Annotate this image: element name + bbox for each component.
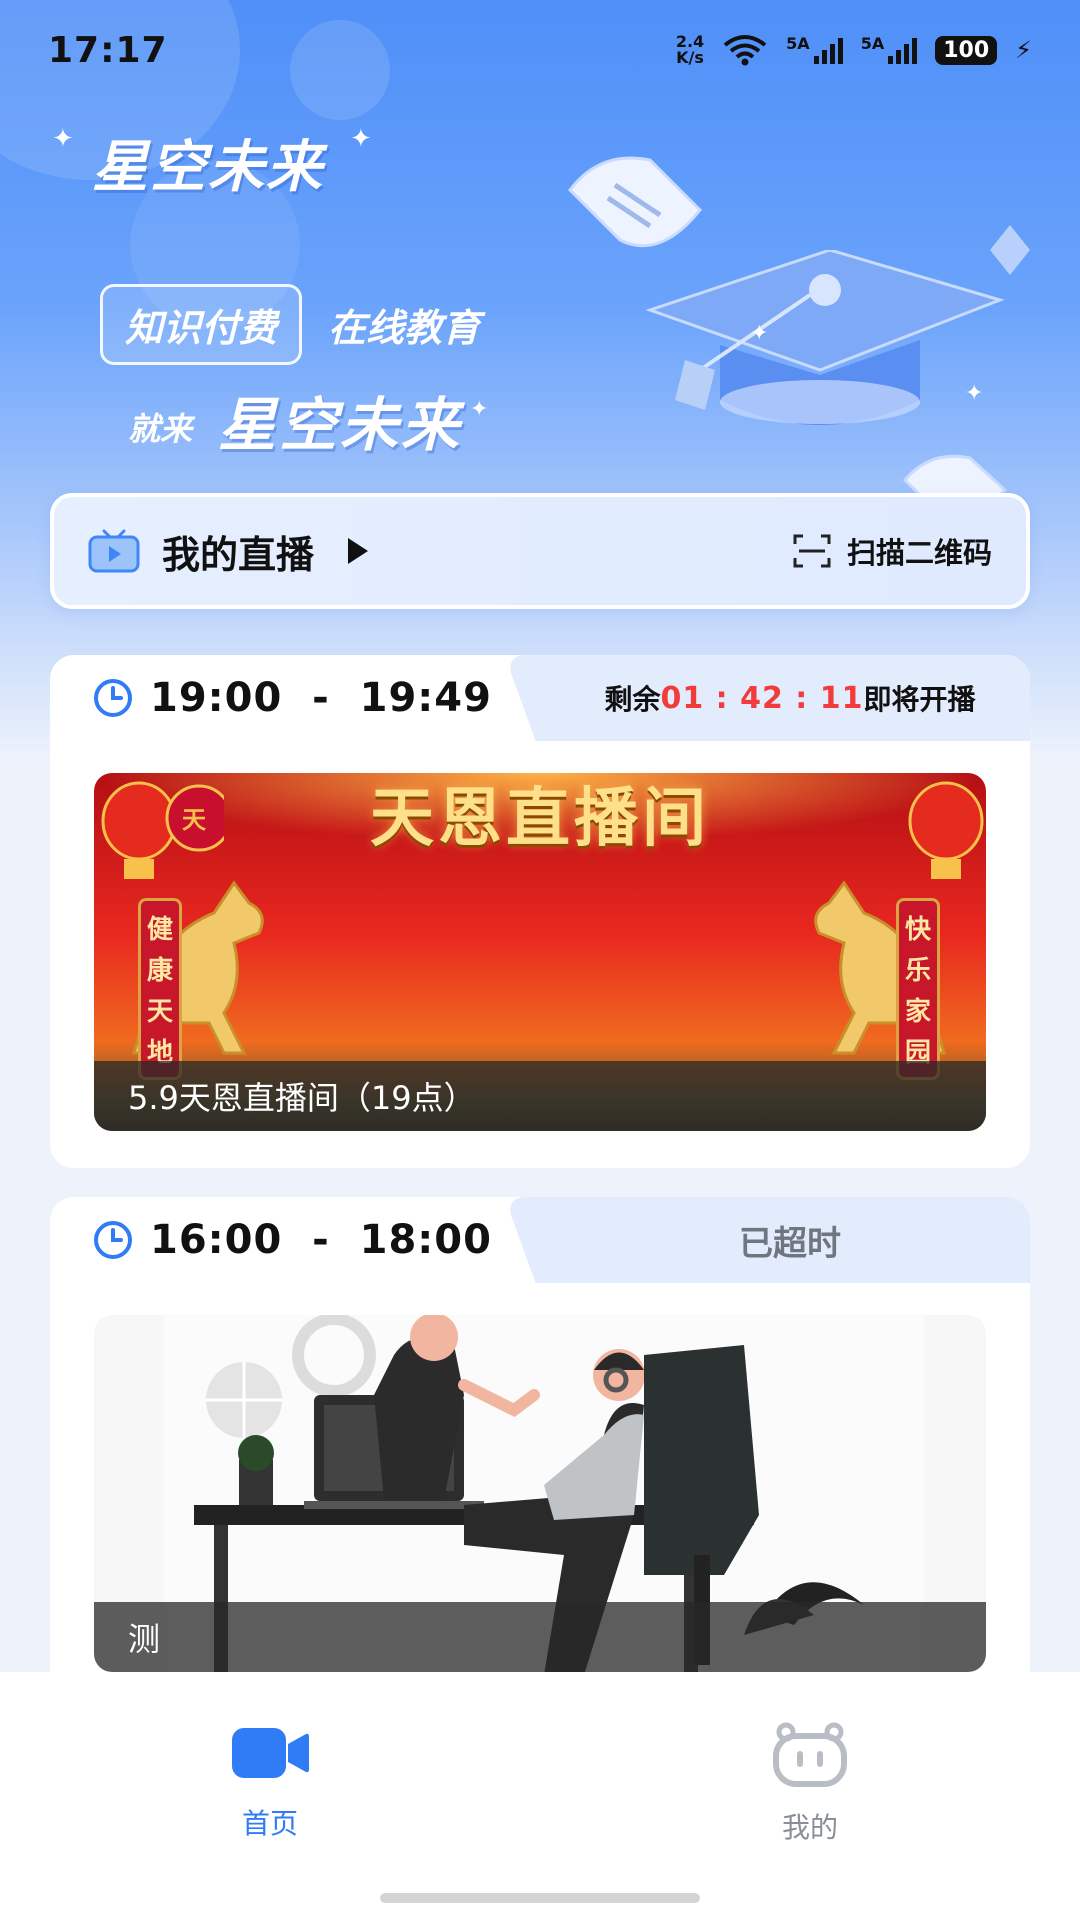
tab-mine[interactable]: 我的 xyxy=(710,1722,910,1846)
signal-sim2: 5A xyxy=(861,36,918,64)
hero-banner: 17:17 2.4 K/s 5A 5A 100 ⚡ ✦ 星空未来 ✦ 知识付费 … xyxy=(0,0,1080,760)
slogan-prefix: 就来 xyxy=(128,410,193,448)
tab-mine-label: 我的 xyxy=(781,1811,838,1844)
diamond-icon xyxy=(990,225,1030,275)
sim2-label: 5A xyxy=(860,34,885,53)
couplet-char: 家 xyxy=(904,997,931,1027)
status-icons: 2.4 K/s 5A 5A 100 ⚡ xyxy=(676,33,1032,67)
couplet-char: 健 xyxy=(146,915,173,945)
status-time: 17:17 xyxy=(48,29,168,71)
hero-tag-boxed: 知识付费 xyxy=(100,284,303,365)
slogan-brand: 星空未来 xyxy=(218,391,463,459)
status-bar: 17:17 2.4 K/s 5A 5A 100 ⚡ xyxy=(0,0,1080,100)
charging-bolt-icon: ⚡ xyxy=(1015,36,1032,64)
sparkle-icon: ✦ xyxy=(350,124,372,154)
paper-scroll-icon xyxy=(568,156,703,248)
overtime-status: 已超时 xyxy=(739,1223,841,1264)
remain-suffix: 即将开播 xyxy=(863,683,976,716)
svg-text:✦: ✦ xyxy=(965,381,983,406)
brand-logo-text: 星空未来 xyxy=(92,135,324,200)
couplet-char: 天 xyxy=(146,997,173,1027)
clock-icon xyxy=(94,1221,132,1259)
couplet-char: 乐 xyxy=(904,956,931,986)
session-time-range: 16:00 - 18:00 xyxy=(150,1217,492,1263)
network-speed-unit: K/s xyxy=(676,48,704,67)
tab-home-label: 首页 xyxy=(241,1807,298,1840)
lantern-icon xyxy=(908,781,984,879)
banner-title: 天恩直播间 xyxy=(370,781,710,856)
sparkle-icon: ✦ xyxy=(52,124,74,154)
network-speed: 2.4 K/s xyxy=(676,34,704,66)
my-live-title: 我的直播 xyxy=(162,532,315,577)
live-session-card[interactable]: 16:00 - 18:00 已超时 测 xyxy=(50,1197,1030,1672)
signal-sim1: 5A xyxy=(786,36,843,64)
hero-tag-row: 知识付费 在线教育 xyxy=(100,284,480,365)
signal-bars-icon xyxy=(888,36,918,64)
hero-slogan: 就来 星空未来 ✦ xyxy=(128,378,488,462)
sim1-label: 5A xyxy=(786,34,810,53)
tv-live-icon xyxy=(88,529,140,573)
session-thumbnail[interactable]: 天恩直播间 天 健 康 天 地 快 乐 家 园 5.9天恩直播间（19点） xyxy=(94,773,986,1131)
signal-bars-icon xyxy=(813,36,843,64)
tab-home[interactable]: 首页 xyxy=(170,1722,370,1842)
session-header: 16:00 - 18:00 已超时 xyxy=(50,1197,1030,1283)
couplet-char: 康 xyxy=(146,956,173,986)
scan-qr-button[interactable]: 扫描二维码 xyxy=(793,530,992,572)
session-caption: 5.9天恩直播间（19点） xyxy=(94,1061,986,1131)
lantern-icon: 天 xyxy=(101,781,224,879)
clock-icon xyxy=(94,679,132,717)
session-caption: 测 xyxy=(94,1602,986,1672)
golden-horse-icon xyxy=(132,880,264,1055)
play-arrow-icon xyxy=(348,538,369,564)
countdown-timer: 01 : 42 : 11 xyxy=(660,680,864,716)
status-tab: 已超时 xyxy=(550,1197,1030,1283)
hero-tag-plain: 在线教育 xyxy=(328,306,481,350)
left-couplet-banner: 健 康 天 地 xyxy=(138,898,182,1080)
graduation-cap-icon: ✦ ✦ xyxy=(645,250,1005,425)
bottom-tab-bar: 首页 我的 xyxy=(0,1672,1080,1920)
remain-prefix: 剩余 xyxy=(604,683,661,716)
svg-text:天: 天 xyxy=(182,806,206,834)
my-live-bar[interactable]: 我的直播 扫描二维码 xyxy=(50,493,1030,609)
sparkle-icon: ✦ xyxy=(470,397,489,422)
countdown-tab: 剩余 01 : 42 : 11 即将开播 xyxy=(550,655,1030,741)
golden-horse-icon xyxy=(814,880,946,1055)
video-camera-icon xyxy=(232,1728,309,1778)
battery-indicator: 100 xyxy=(935,35,998,65)
profile-bot-icon xyxy=(773,1722,847,1787)
couplet-char: 快 xyxy=(904,915,931,945)
session-header: 19:00 - 19:49 剩余 01 : 42 : 11 即将开播 xyxy=(50,655,1030,741)
session-thumbnail[interactable]: 测 xyxy=(94,1315,986,1672)
session-time-range: 19:00 - 19:49 xyxy=(150,675,492,721)
svg-text:✦: ✦ xyxy=(750,321,768,346)
wifi-icon xyxy=(723,35,767,66)
home-indicator[interactable] xyxy=(380,1893,700,1903)
scan-frame-icon xyxy=(793,534,831,568)
live-session-card[interactable]: 19:00 - 19:49 剩余 01 : 42 : 11 即将开播 天恩直播间… xyxy=(50,655,1030,1168)
right-couplet-banner: 快 乐 家 园 xyxy=(896,898,940,1080)
scan-qr-label: 扫描二维码 xyxy=(846,536,992,570)
